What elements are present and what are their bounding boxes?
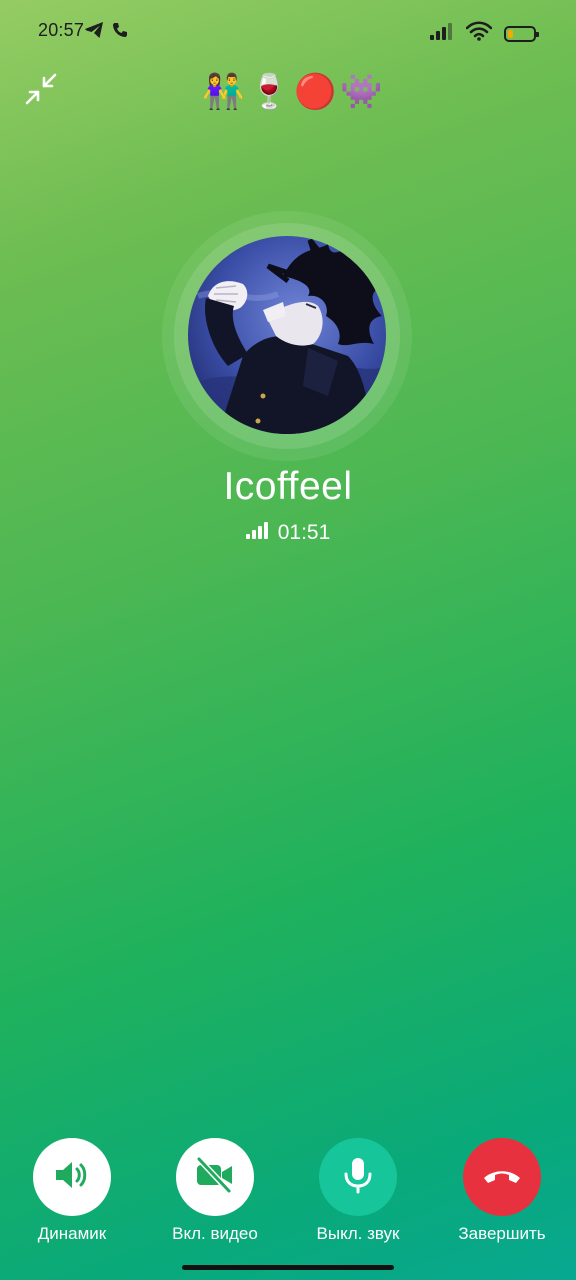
caller-name: Icoffeel xyxy=(223,465,353,508)
wifi-icon xyxy=(465,21,493,46)
video-label: Вкл. видео xyxy=(172,1224,258,1243)
speaker-circle[interactable] xyxy=(33,1138,111,1216)
status-bar: 20:57 xyxy=(0,0,576,64)
call-controls: Динамик Вкл. видео Выкл. звук Завершить xyxy=(0,1138,576,1248)
signal-strength-icon xyxy=(245,521,270,545)
phone-icon xyxy=(112,22,128,43)
video-off-icon xyxy=(193,1155,237,1200)
emoji-wine-glass: 🍷 xyxy=(248,73,291,111)
call-status: 01:51 xyxy=(0,518,576,548)
status-time: 20:57 xyxy=(38,20,85,40)
video-button[interactable]: Вкл. видео xyxy=(145,1138,285,1244)
avatar xyxy=(188,236,386,434)
home-indicator[interactable] xyxy=(182,1265,394,1270)
end-call-icon xyxy=(480,1163,524,1192)
emoji-red-circle: 🔴 xyxy=(294,73,337,111)
end-call-label: Завершить xyxy=(458,1224,546,1243)
mute-circle[interactable] xyxy=(319,1138,397,1216)
emoji-space-invader: 👾 xyxy=(340,73,383,111)
mute-label: Выкл. звук xyxy=(316,1224,400,1243)
minimize-arrows-icon xyxy=(24,72,58,111)
telegram-icon xyxy=(84,21,104,44)
call-duration: 01:51 xyxy=(277,521,331,544)
battery-level xyxy=(508,29,513,38)
status-right-icons xyxy=(430,21,539,46)
speaker-button[interactable]: Динамик xyxy=(2,1138,142,1244)
emoji-couple: 👫 xyxy=(202,73,245,111)
video-circle[interactable] xyxy=(176,1138,254,1216)
status-left-icons xyxy=(84,21,128,44)
call-screen: 20:57 👫 🍷 🔴 👾 Icoffeel 01:51 Динамик Вкл… xyxy=(0,0,576,1280)
minimize-button[interactable] xyxy=(22,72,60,110)
mute-button[interactable]: Выкл. звук xyxy=(288,1138,428,1244)
end-call-circle[interactable] xyxy=(463,1138,541,1216)
encryption-emoji-key[interactable]: 👫 🍷 🔴 👾 xyxy=(200,72,383,112)
signal-icon xyxy=(430,22,454,45)
battery-icon xyxy=(504,25,539,42)
end-call-button[interactable]: Завершить xyxy=(432,1138,572,1244)
speaker-icon xyxy=(52,1155,92,1200)
microphone-icon xyxy=(338,1155,378,1200)
speaker-label: Динамик xyxy=(37,1224,107,1243)
